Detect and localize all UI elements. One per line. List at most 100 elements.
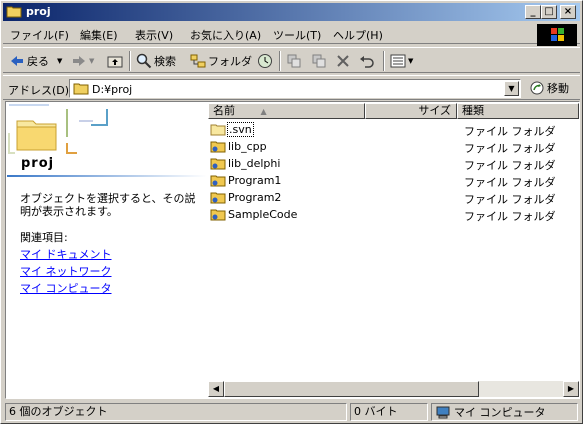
file-type: ファイル フォルダ xyxy=(464,210,556,223)
back-button[interactable]: 戻る ▼ xyxy=(9,53,62,69)
search-icon xyxy=(136,53,152,69)
chevron-down-icon[interactable]: ▼ xyxy=(89,57,94,65)
menu-tools[interactable]: ツール(T) xyxy=(273,27,321,43)
column-header-size[interactable]: サイズ xyxy=(365,103,457,119)
menu-view[interactable]: 表示(V) xyxy=(135,27,173,43)
address-value: D:¥proj xyxy=(92,83,133,96)
go-button[interactable]: 移動 xyxy=(529,80,569,96)
copy-to-button[interactable] xyxy=(311,53,327,69)
description-text: オブジェクトを選択すると、その説明が表示されます。 xyxy=(20,192,196,218)
link-my-documents[interactable]: マイ ドキュメント xyxy=(20,246,112,262)
file-name: .svn xyxy=(227,122,254,137)
file-row[interactable]: lib_delphi ファイル フォルダ xyxy=(208,155,579,172)
status-size: 0 バイト xyxy=(350,403,428,421)
status-bar: 6 個のオブジェクト 0 バイト マイ コンピュータ xyxy=(3,402,580,422)
column-name-label: 名前 xyxy=(213,104,235,117)
scrollbar-thumb[interactable] xyxy=(224,381,479,397)
standard-toolbar: 戻る ▼ ▼ 検索 フォルダ ▼ xyxy=(3,47,580,73)
sort-ascending-icon: ▲ xyxy=(260,107,267,116)
minimize-button[interactable]: _ xyxy=(525,5,541,19)
folders-label: フォルダ xyxy=(208,55,252,68)
close-button[interactable]: × xyxy=(560,5,576,19)
delete-icon xyxy=(337,55,349,67)
computer-icon xyxy=(436,406,450,418)
move-to-icon xyxy=(287,54,301,68)
web-view-pane: proj オブジェクトを選択すると、その説明が表示されます。 関連項目: マイ … xyxy=(7,103,207,397)
folder-icon xyxy=(210,158,226,170)
delete-button[interactable] xyxy=(335,53,351,69)
column-size-label: サイズ xyxy=(418,104,451,117)
file-name: Program1 xyxy=(228,174,282,187)
move-to-button[interactable] xyxy=(286,53,302,69)
menu-file[interactable]: ファイル(F) xyxy=(10,27,69,43)
decoration-graphic xyxy=(8,104,108,154)
file-name: lib_cpp xyxy=(228,140,267,153)
link-my-network[interactable]: マイ ネットワーク xyxy=(20,263,112,279)
toolbar-separator xyxy=(129,51,131,71)
folder-icon xyxy=(6,6,22,18)
folder-title: proj xyxy=(21,156,55,171)
file-type: ファイル フォルダ xyxy=(464,142,556,155)
title-bar[interactable]: proj _ □ × xyxy=(3,3,580,21)
forward-button[interactable]: ▼ xyxy=(71,53,94,69)
chevron-down-icon[interactable]: ▼ xyxy=(408,57,413,65)
column-header-type[interactable]: 種類 xyxy=(457,103,579,119)
folder-icon xyxy=(210,175,226,187)
search-label: 検索 xyxy=(154,55,176,68)
folder-icon xyxy=(210,192,226,204)
divider xyxy=(7,175,207,177)
size-text: 0 バイト xyxy=(354,405,398,418)
status-object-count: 6 個のオブジェクト xyxy=(5,403,347,421)
content-area: proj オブジェクトを選択すると、その説明が表示されます。 関連項目: マイ … xyxy=(5,101,580,399)
file-row[interactable]: .svn ファイル フォルダ xyxy=(208,121,579,138)
toolbar-separator xyxy=(383,51,385,71)
menu-edit[interactable]: 編集(E) xyxy=(80,27,118,43)
file-row[interactable]: Program1 ファイル フォルダ xyxy=(208,172,579,189)
up-folder-icon xyxy=(107,56,123,68)
folder-icon xyxy=(73,83,89,95)
file-row[interactable]: SampleCode ファイル フォルダ xyxy=(208,206,579,223)
file-row[interactable]: lib_cpp ファイル フォルダ xyxy=(208,138,579,155)
menu-favorites[interactable]: お気に入り(A) xyxy=(190,27,261,43)
view-list-icon xyxy=(390,54,406,68)
maximize-button[interactable]: □ xyxy=(541,5,557,19)
file-type: ファイル フォルダ xyxy=(464,159,556,172)
address-dropdown-button[interactable]: ▼ xyxy=(504,81,519,96)
forward-arrow-icon xyxy=(73,56,85,66)
file-name: SampleCode xyxy=(228,208,298,221)
link-my-computer[interactable]: マイ コンピュータ xyxy=(20,280,112,296)
address-input[interactable]: D:¥proj ▼ xyxy=(69,79,521,98)
file-type: ファイル フォルダ xyxy=(464,193,556,206)
window-title: proj xyxy=(26,5,51,18)
folder-icon xyxy=(210,124,226,136)
column-header-name[interactable]: 名前 ▲ xyxy=(208,103,365,119)
undo-icon xyxy=(360,56,374,68)
menu-bar: ファイル(F) 編集(E) 表示(V) お気に入り(A) ツール(T) ヘルプ(… xyxy=(3,23,580,44)
history-button[interactable] xyxy=(257,53,273,69)
explorer-window: proj _ □ × ファイル(F) 編集(E) 表示(V) お気に入り(A) … xyxy=(0,0,583,424)
search-button[interactable]: 検索 xyxy=(136,53,176,69)
undo-button[interactable] xyxy=(359,53,375,69)
go-arrow-icon xyxy=(530,81,544,95)
folder-tree-icon xyxy=(190,54,206,68)
back-arrow-icon xyxy=(11,56,23,66)
scroll-left-button[interactable]: ◀ xyxy=(208,381,224,397)
toolbar-separator xyxy=(279,51,281,71)
file-name: lib_delphi xyxy=(228,157,281,170)
chevron-down-icon[interactable]: ▼ xyxy=(57,57,62,65)
windows-logo-icon xyxy=(537,24,577,46)
copy-to-icon xyxy=(312,54,326,68)
menu-help[interactable]: ヘルプ(H) xyxy=(333,27,383,43)
go-label: 移動 xyxy=(547,82,569,95)
history-icon xyxy=(258,54,272,68)
folders-button[interactable]: フォルダ xyxy=(190,53,252,69)
horizontal-scrollbar[interactable]: ◀ ▶ xyxy=(208,381,579,397)
address-bar: アドレス(D) D:¥proj ▼ 移動 xyxy=(3,75,580,100)
file-row[interactable]: Program2 ファイル フォルダ xyxy=(208,189,579,206)
file-name: Program2 xyxy=(228,191,282,204)
up-folder-button[interactable] xyxy=(107,53,123,69)
scroll-right-button[interactable]: ▶ xyxy=(563,381,579,397)
location-text: マイ コンピュータ xyxy=(454,405,546,419)
views-button[interactable]: ▼ xyxy=(390,53,413,69)
status-location: マイ コンピュータ xyxy=(431,403,578,421)
